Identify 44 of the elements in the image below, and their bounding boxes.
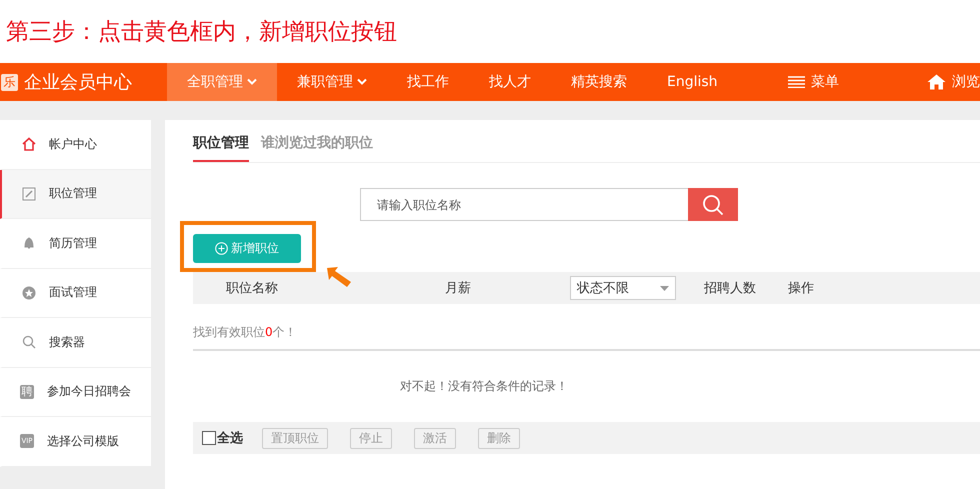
chevron-down-icon (247, 78, 257, 86)
sidebar-item[interactable]: 面试管理 (0, 268, 151, 318)
search-icon (702, 194, 724, 216)
site-title: 企业会员中心 (24, 71, 132, 94)
plus-circle-icon (215, 242, 228, 255)
badge-icon: 聘 (20, 384, 34, 399)
nav-item[interactable]: English (647, 63, 738, 101)
bell-icon (22, 236, 36, 250)
step-instruction: 第三步：点击黄色框内，新增职位按钮 (5, 18, 398, 47)
nav-item[interactable]: 找工作 (387, 63, 469, 101)
star-icon (22, 286, 36, 300)
caret-icon (660, 286, 669, 290)
column-header: 招聘人数 (704, 281, 756, 296)
logo-icon: 乐 (1, 74, 18, 90)
home-icon (22, 137, 36, 152)
nav-item[interactable]: 兼职管理 (277, 63, 387, 101)
sidebar-item[interactable]: 聘 参加今日招聘会 (0, 368, 151, 417)
action-button[interactable]: 删除 (478, 428, 520, 448)
action-button[interactable]: 停止 (350, 428, 392, 448)
menu-button[interactable]: 菜单 (788, 63, 839, 101)
search-field[interactable]: 请输入职位名称 (360, 188, 688, 221)
tab[interactable]: 谁浏览过我的职位 (261, 120, 373, 162)
browse-link[interactable]: 浏览 (927, 63, 980, 101)
sidebar-item[interactable]: 职位管理 (0, 170, 151, 219)
search-button[interactable] (688, 188, 738, 221)
action-button[interactable]: 激活 (414, 428, 456, 448)
column-header: 职位名称 (226, 281, 278, 296)
menu-icon (788, 76, 805, 88)
search-icon (22, 335, 36, 350)
chevron-down-icon (357, 78, 367, 86)
action-button[interactable]: 置顶职位 (262, 428, 328, 448)
status-dropdown[interactable]: 状态不限 (570, 276, 676, 300)
result-count: 找到有效职位0个！ (193, 324, 297, 341)
nav-item[interactable]: 精英搜索 (551, 63, 647, 101)
nav-item[interactable]: 找人才 (469, 63, 551, 101)
home-icon (927, 74, 946, 90)
select-all-checkbox[interactable]: 全选 (202, 429, 243, 447)
column-header: 操作 (788, 281, 814, 296)
tab[interactable]: 职位管理 (193, 120, 249, 162)
nav-item[interactable]: 全职管理 (167, 63, 277, 101)
empty-message: 对不起！没有符合条件的记录！ (400, 378, 568, 395)
edit-icon (22, 186, 36, 201)
column-header: 月薪 (445, 281, 471, 296)
add-position-button[interactable]: 新增职位 (193, 234, 301, 263)
